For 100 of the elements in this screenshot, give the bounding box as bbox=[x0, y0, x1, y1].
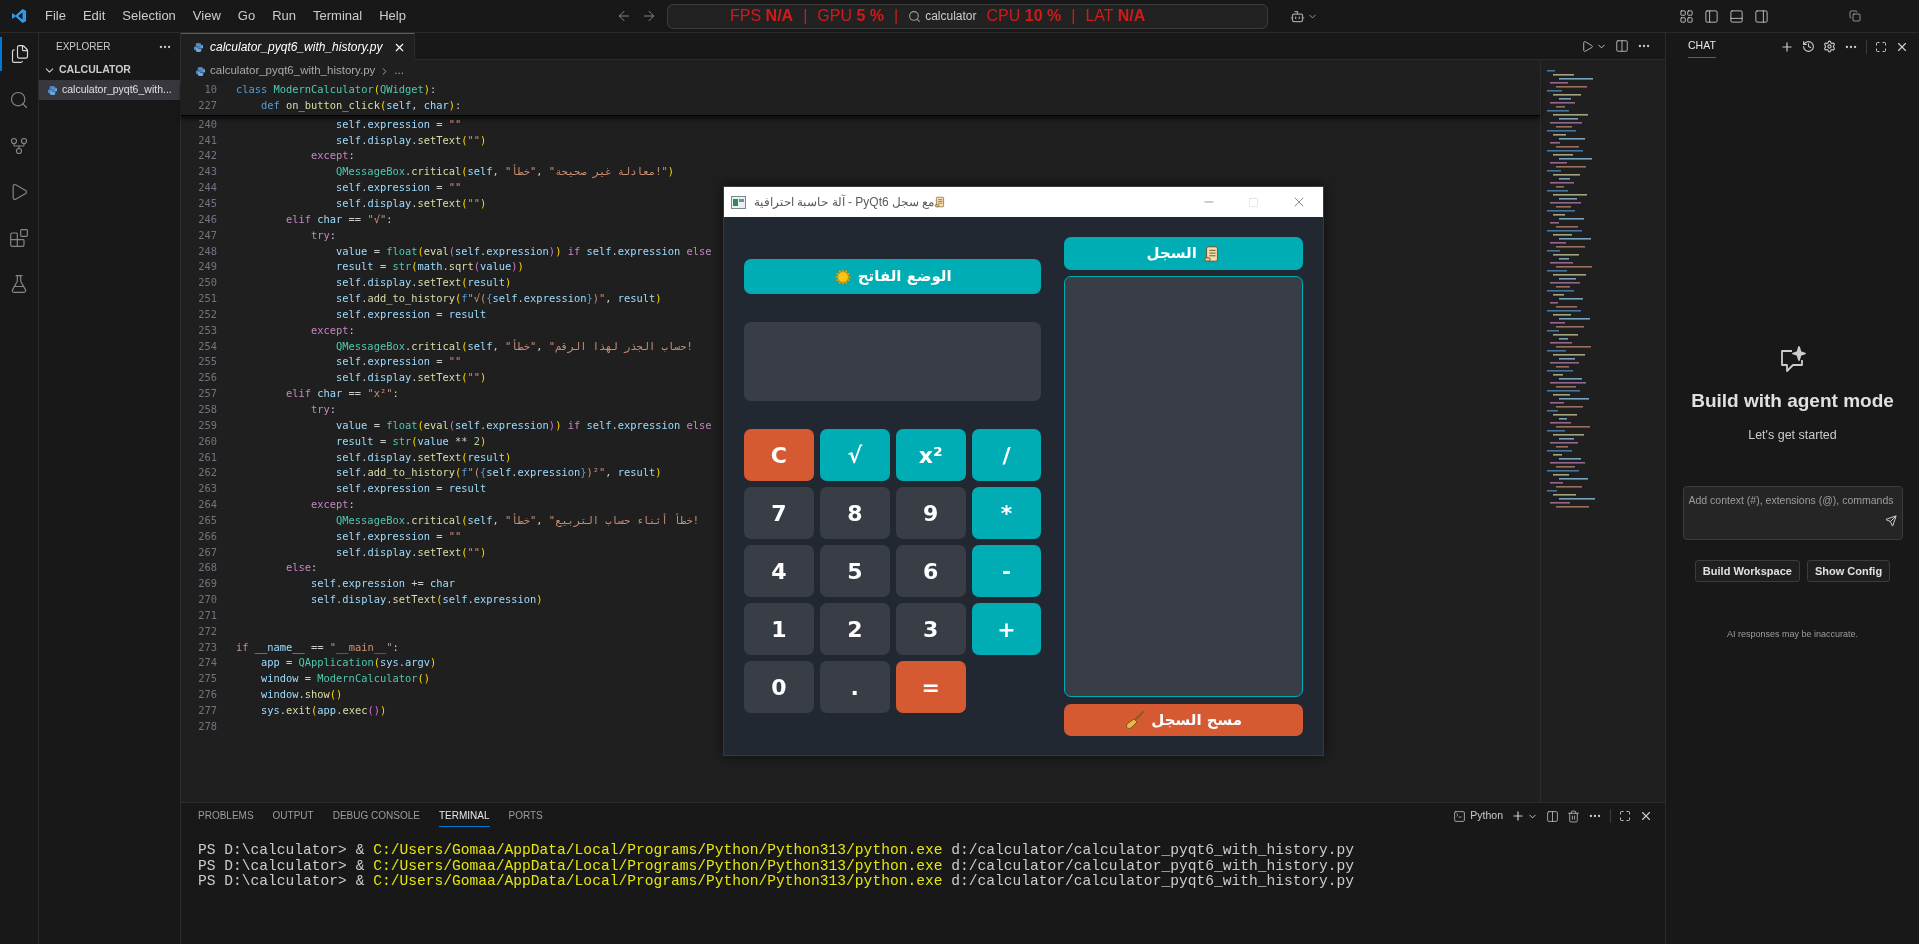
chat-action-button[interactable]: Build Workspace bbox=[1694, 560, 1800, 583]
code-line: self.display.setText("") bbox=[335, 544, 487, 560]
code-line: def on_button_click(self, char): bbox=[260, 97, 462, 114]
menu-item[interactable]: View bbox=[192, 6, 221, 26]
line-number: 253 bbox=[197, 322, 217, 338]
chat-tab[interactable]: CHAT bbox=[1688, 35, 1716, 58]
menu-item[interactable]: Selection bbox=[122, 6, 176, 26]
line-number: 251 bbox=[197, 291, 217, 307]
line-number: 261 bbox=[197, 449, 217, 465]
forward-icon[interactable] bbox=[641, 8, 657, 24]
calculator-key[interactable]: = bbox=[895, 661, 966, 713]
code-line: if __name__ == "__main__": bbox=[236, 639, 399, 656]
menu-item[interactable]: File bbox=[45, 6, 66, 26]
file-tree-item[interactable]: calculator_pyqt6_with... bbox=[39, 80, 180, 100]
command-search-field[interactable]: FPS N/A | GPU 5 % | calculator CPU 10 % | LAT N/A bbox=[667, 3, 1268, 29]
calculator-key[interactable]: 5 bbox=[819, 545, 890, 597]
code-line: self.display.setText(result) bbox=[335, 275, 512, 291]
back-icon[interactable] bbox=[616, 8, 632, 24]
trash-icon[interactable] bbox=[1567, 809, 1580, 823]
line-number: 265 bbox=[197, 512, 217, 528]
chat-subheading: Let's get started bbox=[1748, 426, 1837, 444]
app-icon bbox=[731, 195, 746, 209]
calculator-key[interactable]: C bbox=[744, 429, 814, 481]
calculator-key[interactable]: 4 bbox=[744, 545, 814, 597]
panel-tab[interactable]: PROBLEMS bbox=[198, 805, 254, 827]
clear-history-button[interactable]: مسح السجل bbox=[1064, 704, 1303, 736]
run-icon[interactable] bbox=[1581, 39, 1594, 53]
sidebar-title: EXPLORER bbox=[56, 40, 111, 54]
line-number: 277 bbox=[197, 703, 217, 718]
code-line: try: bbox=[310, 402, 337, 417]
code-line: value = float(eval(self.expression)) if self.expression else bbox=[335, 243, 712, 259]
secondary-sidebar-icon[interactable] bbox=[1754, 8, 1769, 24]
chat-heading: Build with agent mode bbox=[1691, 389, 1894, 413]
breadcrumb-item[interactable]: ... bbox=[394, 62, 404, 80]
close-icon[interactable] bbox=[1639, 809, 1653, 823]
settings-icon[interactable] bbox=[1823, 40, 1836, 53]
line-number: 260 bbox=[197, 433, 217, 449]
code-line: class ModernCalculator(QWidget): bbox=[236, 82, 437, 98]
line-number: 259 bbox=[197, 417, 217, 433]
maximize-icon[interactable] bbox=[1619, 810, 1631, 822]
menu-item[interactable]: Terminal bbox=[313, 6, 363, 26]
panel-tab[interactable]: OUTPUT bbox=[272, 805, 314, 827]
calculator-key[interactable]: 2 bbox=[819, 603, 890, 655]
broom-icon bbox=[1125, 710, 1146, 730]
calculator-key[interactable]: 3 bbox=[895, 603, 966, 655]
panel-tab[interactable]: TERMINAL bbox=[438, 805, 490, 827]
code-line: result = str(math.sqrt(value)) bbox=[335, 259, 524, 275]
panel-tab[interactable]: PORTS bbox=[508, 805, 543, 827]
breadcrumb-item[interactable]: calculator_pyqt6_with_history.py bbox=[210, 62, 376, 80]
split-editor-icon[interactable] bbox=[1615, 39, 1629, 53]
files-icon bbox=[10, 44, 30, 64]
line-number: 257 bbox=[197, 386, 217, 402]
menu-item[interactable]: Run bbox=[272, 6, 296, 26]
terminal-line: PS D:\calculator> & C:/Users/Gomaa/AppData/Local/Programs/Python/Python313/python.exe d:/calculator/calculator_pyqt6_with_history.py bbox=[198, 843, 1356, 859]
menu-item[interactable]: Edit bbox=[82, 6, 106, 26]
chat-action-button[interactable]: Show Config bbox=[1806, 560, 1891, 583]
code-line: except: bbox=[310, 322, 355, 338]
calculator-key[interactable]: 0 bbox=[744, 661, 814, 713]
calculator-key[interactable]: 1 bbox=[744, 603, 814, 655]
panel-toggle-icon[interactable] bbox=[1729, 8, 1744, 24]
code-line: self.expression = "" bbox=[335, 116, 462, 132]
calculator-key[interactable]: 6 bbox=[895, 545, 966, 597]
terminal-icon bbox=[1453, 809, 1467, 823]
code-line: self.expression = "" bbox=[335, 354, 462, 370]
line-number: 258 bbox=[197, 402, 217, 417]
search-icon bbox=[908, 9, 922, 23]
bot-icon[interactable] bbox=[1290, 8, 1305, 24]
menu-item[interactable]: Help bbox=[379, 6, 406, 26]
line-number: 275 bbox=[197, 671, 217, 687]
line-number: 272 bbox=[197, 623, 217, 639]
add-icon[interactable] bbox=[1511, 809, 1525, 823]
maximize-icon[interactable] bbox=[1875, 40, 1887, 53]
layout-icon[interactable] bbox=[1679, 8, 1694, 24]
panel-tab[interactable]: DEBUG CONSOLE bbox=[332, 805, 420, 827]
new-chat-icon[interactable] bbox=[1780, 39, 1794, 54]
search-icon bbox=[9, 90, 29, 110]
calculator-key[interactable]: 7 bbox=[744, 487, 814, 539]
separator-text: | bbox=[894, 6, 899, 26]
sidebar-toggle-icon[interactable] bbox=[1704, 8, 1719, 24]
history-icon[interactable] bbox=[1802, 40, 1815, 53]
code-line: self.display.setText(result) bbox=[335, 449, 512, 465]
chat-input-field[interactable]: Add context (#), extensions (@), commands bbox=[1688, 493, 1897, 509]
split-terminal-icon[interactable] bbox=[1546, 809, 1559, 823]
perf-stat: GPU 5 % bbox=[817, 6, 884, 26]
restore-icon[interactable] bbox=[1849, 10, 1861, 22]
code-line: self.expression = result bbox=[335, 481, 487, 497]
shell-label[interactable]: Python bbox=[1470, 808, 1503, 824]
perf-stat: CPU 10 % bbox=[986, 6, 1062, 26]
code-line: except: bbox=[310, 148, 355, 164]
calculator-key[interactable]: . bbox=[819, 661, 890, 713]
line-number: 267 bbox=[197, 544, 217, 560]
send-icon[interactable] bbox=[1884, 515, 1897, 527]
calculator-key[interactable]: 9 bbox=[895, 487, 966, 539]
code-line: self.expression += char bbox=[310, 576, 455, 592]
line-number: 263 bbox=[197, 481, 217, 497]
editor-tab[interactable]: calculator_pyqt6_with_history.py bbox=[181, 33, 415, 60]
folder-header[interactable]: CALCULATOR bbox=[39, 60, 180, 80]
calculator-key[interactable]: 8 bbox=[819, 487, 890, 539]
chat-input-box[interactable]: Add context (#), extensions (@), commands bbox=[1682, 486, 1903, 541]
menu-item[interactable]: Go bbox=[237, 6, 256, 26]
